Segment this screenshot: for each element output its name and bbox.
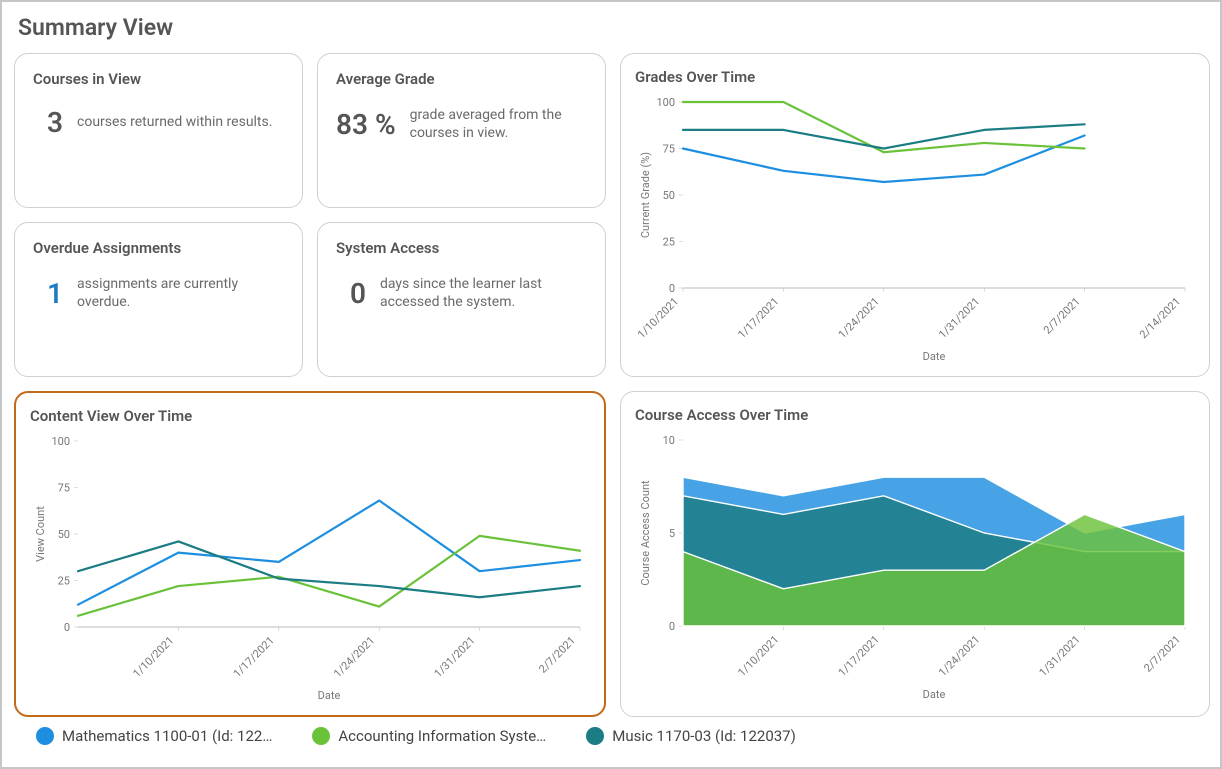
card-average-grade: Average Grade 83 % grade averaged from t… xyxy=(317,53,606,208)
svg-text:Date: Date xyxy=(318,689,341,702)
svg-text:2/7/2021: 2/7/2021 xyxy=(536,634,578,676)
svg-text:1/24/2021: 1/24/2021 xyxy=(936,633,982,679)
svg-text:1/24/2021: 1/24/2021 xyxy=(331,634,377,680)
legend-label: Accounting Information Syste… xyxy=(338,727,546,745)
card-system-access: System Access 0 days since the learner l… xyxy=(317,222,606,377)
card-course-access-over-time: Course Access Over Time 0 5 10 Course Acces… xyxy=(620,391,1210,717)
svg-text:75: 75 xyxy=(58,482,70,495)
svg-text:0: 0 xyxy=(64,621,70,634)
svg-text:1/31/2021: 1/31/2021 xyxy=(432,634,478,680)
legend-swatch-icon xyxy=(312,727,330,745)
svg-text:2/7/2021: 2/7/2021 xyxy=(1041,295,1083,337)
stat-desc: grade averaged from the courses in view. xyxy=(410,106,587,142)
stat-value: 0 xyxy=(336,277,366,310)
legend-label: Music 1170-03 (Id: 122037) xyxy=(612,727,796,745)
legend-swatch-icon xyxy=(36,727,54,745)
page-title: Summary View xyxy=(18,14,1208,41)
svg-text:25: 25 xyxy=(663,236,675,249)
stat-desc: assignments are currently overdue. xyxy=(77,275,284,311)
stat-desc: courses returned within results. xyxy=(77,113,272,131)
svg-text:Date: Date xyxy=(923,350,946,363)
chart-course-access: 0 5 10 Course Access Count 1/10/2021 1/17/202… xyxy=(635,434,1195,704)
svg-text:75: 75 xyxy=(663,143,675,156)
svg-text:25: 25 xyxy=(58,575,70,588)
svg-text:1/10/2021: 1/10/2021 xyxy=(735,633,781,679)
card-grades-over-time: Grades Over Time 0 25 50 75 100 Current Grade… xyxy=(620,53,1210,377)
chart-title: Course Access Over Time xyxy=(635,406,1195,424)
legend-swatch-icon xyxy=(586,727,604,745)
chart-grades: 0 25 50 75 100 Current Grade (%) 1/10/2021 1/17… xyxy=(635,96,1195,366)
legend: Mathematics 1100-01 (Id: 122… Accounting… xyxy=(36,727,1208,745)
svg-text:Date: Date xyxy=(923,688,946,701)
legend-item-music: Music 1170-03 (Id: 122037) xyxy=(586,727,796,745)
svg-text:1/10/2021: 1/10/2021 xyxy=(635,295,681,341)
svg-text:10: 10 xyxy=(663,434,675,447)
svg-text:50: 50 xyxy=(663,189,675,202)
svg-text:1/10/2021: 1/10/2021 xyxy=(130,634,176,680)
card-title: Courses in View xyxy=(33,70,284,88)
card-overdue-assignments: Overdue Assignments 1 assignments are cu… xyxy=(14,222,303,377)
card-title: Average Grade xyxy=(336,70,587,88)
legend-label: Mathematics 1100-01 (Id: 122… xyxy=(62,727,272,745)
svg-text:0: 0 xyxy=(669,282,675,295)
chart-content-view: 0 25 50 75 100 View Count 1/10/2021 1/17/2021 1/… xyxy=(30,435,590,705)
stat-desc: days since the learner last accessed the… xyxy=(380,275,587,311)
card-title: Overdue Assignments xyxy=(33,239,284,257)
svg-text:1/31/2021: 1/31/2021 xyxy=(1037,633,1083,679)
svg-text:1/17/2021: 1/17/2021 xyxy=(231,634,277,680)
legend-item-accounting: Accounting Information Syste… xyxy=(312,727,546,745)
svg-text:0: 0 xyxy=(669,620,675,633)
svg-text:50: 50 xyxy=(58,528,70,541)
svg-text:1/17/2021: 1/17/2021 xyxy=(836,633,882,679)
svg-text:Current Grade (%): Current Grade (%) xyxy=(639,152,652,238)
svg-text:Course Access Count: Course Access Count xyxy=(639,480,652,586)
svg-text:1/24/2021: 1/24/2021 xyxy=(836,295,882,341)
stat-value: 3 xyxy=(33,106,63,139)
svg-text:2/14/2021: 2/14/2021 xyxy=(1137,295,1183,341)
card-title: System Access xyxy=(336,239,587,257)
legend-item-mathematics: Mathematics 1100-01 (Id: 122… xyxy=(36,727,272,745)
card-content-view-over-time: Content View Over Time 0 25 50 75 100 View Co… xyxy=(14,391,606,717)
svg-text:1/17/2021: 1/17/2021 xyxy=(735,295,781,341)
svg-text:1/31/2021: 1/31/2021 xyxy=(936,295,982,341)
svg-text:100: 100 xyxy=(51,435,70,448)
stat-value: 83 % xyxy=(336,108,396,141)
chart-title: Content View Over Time xyxy=(30,407,590,425)
svg-text:100: 100 xyxy=(656,96,675,109)
stat-value: 1 xyxy=(33,277,63,310)
svg-text:View Count: View Count xyxy=(34,506,47,562)
chart-title: Grades Over Time xyxy=(635,68,1195,86)
svg-text:2/7/2021: 2/7/2021 xyxy=(1141,633,1183,675)
card-courses-in-view: Courses in View 3 courses returned withi… xyxy=(14,53,303,208)
svg-text:5: 5 xyxy=(669,527,675,540)
